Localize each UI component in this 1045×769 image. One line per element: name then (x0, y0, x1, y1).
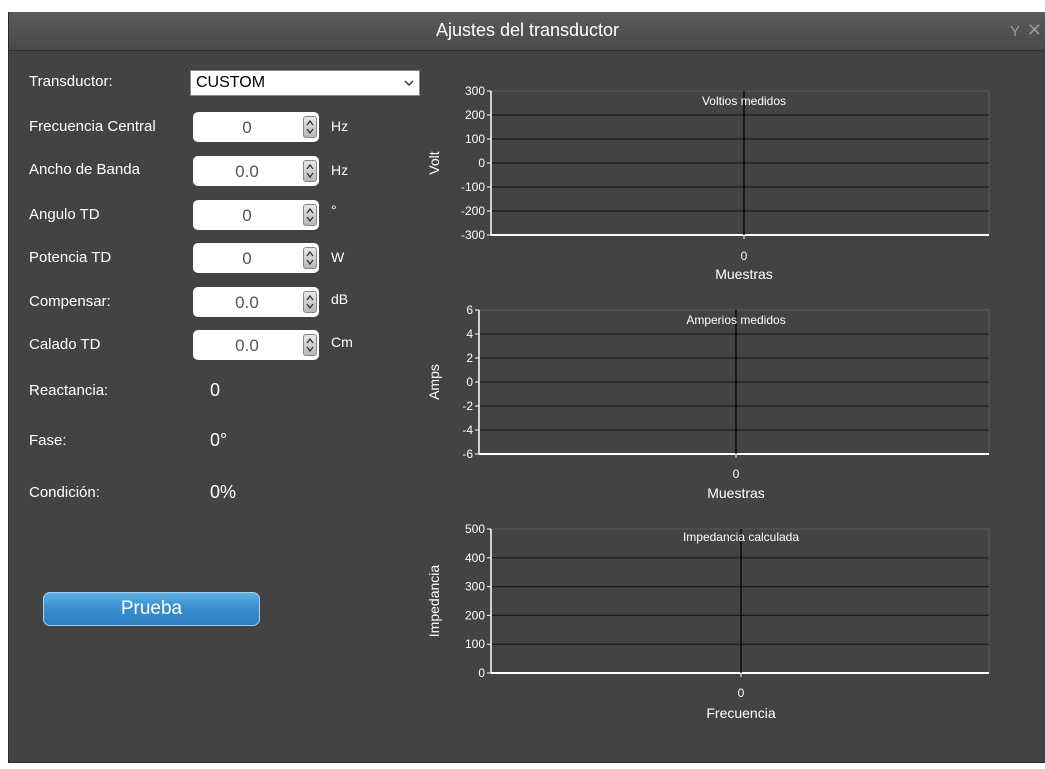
y-tick-label: 4 (466, 327, 473, 341)
y-tick-label: 100 (465, 132, 485, 146)
y-axis-label: Volt (426, 151, 442, 174)
y-tick-label: -300 (461, 228, 485, 242)
y-tick-label: 6 (466, 303, 473, 317)
y-tick-label: 0 (478, 666, 485, 680)
plot-area (490, 528, 990, 674)
transducer-settings-window: Ajustes del transductor Y ✕ Transductor:… (8, 12, 1045, 763)
y-tick-label: -100 (461, 180, 485, 194)
x-tick-label: 0 (738, 686, 745, 700)
y-tick-label: 300 (465, 84, 485, 98)
y-tick-label: 200 (465, 608, 485, 622)
y-axis-label: Impedancia (426, 565, 442, 638)
x-tick-label: 0 (741, 249, 748, 263)
chart-title: Impedancia calculada (683, 530, 799, 544)
y-axis-label: Amps (426, 364, 442, 400)
y-tick-label: 2 (466, 351, 473, 365)
y-tick-label: 100 (465, 637, 485, 651)
x-axis-label: Frecuencia (706, 705, 775, 721)
x-axis-label: Muestras (707, 485, 765, 501)
y-tick-label: 200 (465, 108, 485, 122)
y-tick-label: -200 (461, 204, 485, 218)
y-tick-label: 0 (466, 375, 473, 389)
x-axis-label: Muestras (715, 266, 773, 282)
y-tick-label: -6 (462, 447, 473, 461)
chart-title: Voltios medidos (702, 94, 786, 108)
y-tick-label: 300 (465, 580, 485, 594)
chart-title: Amperios medidos (686, 313, 785, 327)
charts-area: 3002001000-100-200-3000Voltios medidosMu… (426, 84, 990, 721)
y-tick-label: -2 (462, 399, 473, 413)
y-tick-label: -4 (462, 423, 473, 437)
y-tick-label: 400 (465, 551, 485, 565)
x-tick-label: 0 (733, 467, 740, 481)
y-tick-label: 0 (478, 156, 485, 170)
y-tick-label: 500 (465, 522, 485, 536)
